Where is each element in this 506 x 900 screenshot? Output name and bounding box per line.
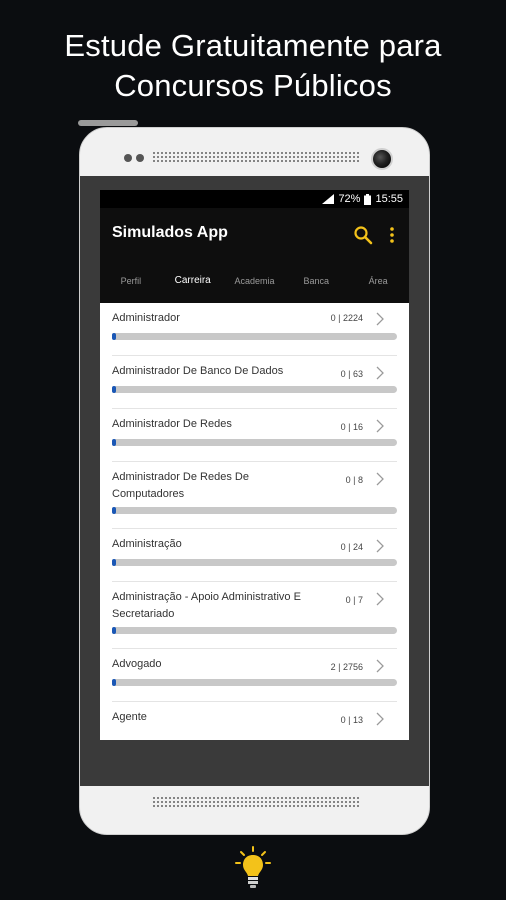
status-bar: 72% 15:55 — [100, 190, 409, 208]
list-item-count: 0 | 13 — [340, 715, 363, 725]
list-item[interactable]: Administrador De Redes De Computadores 0… — [112, 462, 397, 529]
list-item-name: Advogado — [112, 658, 162, 670]
list-item[interactable]: Administração 0 | 24 — [112, 529, 397, 582]
progress-fill — [112, 627, 117, 634]
chevron-right-icon[interactable] — [376, 539, 384, 553]
progress-bar — [112, 679, 397, 686]
list-item-name: Administrador De Redes De Computadores — [112, 471, 249, 500]
list-item[interactable]: Administrador 0 | 2224 — [112, 303, 397, 356]
app-screen: 72% 15:55 Simulados App Perfil Carreira … — [100, 190, 409, 740]
app-title: Simulados App — [112, 224, 228, 241]
chevron-right-icon[interactable] — [376, 419, 384, 433]
headline-line-1: Estude Gratuitamente para — [64, 28, 442, 63]
list-item-count: 0 | 2224 — [330, 313, 363, 323]
chevron-right-icon[interactable] — [376, 712, 384, 726]
list-item[interactable]: Advogado 2 | 2756 — [112, 649, 397, 702]
bottom-speaker — [152, 796, 360, 809]
search-icon[interactable] — [353, 225, 373, 245]
progress-bar — [112, 333, 397, 340]
list-item-count: 0 | 16 — [340, 422, 363, 432]
headline-line-2: Concursos Públicos — [114, 68, 392, 103]
chevron-right-icon[interactable] — [376, 472, 384, 486]
list-item-count: 2 | 2756 — [330, 662, 363, 672]
list-item-name: Administrador De Banco De Dados — [112, 365, 284, 377]
list-item[interactable]: Agente 0 | 13 — [112, 702, 397, 740]
list-item[interactable]: Administrador De Redes 0 | 16 — [112, 409, 397, 462]
progress-bar — [112, 386, 397, 393]
chevron-right-icon[interactable] — [376, 592, 384, 606]
tab-banca[interactable]: Banca — [285, 272, 347, 303]
earpiece-speaker — [152, 151, 360, 164]
list-item-name: Administração — [112, 538, 182, 550]
more-vert-icon[interactable] — [385, 225, 399, 245]
list-item-name: Administração - Apoio Administrativo E S… — [112, 591, 301, 620]
progress-fill — [112, 439, 117, 446]
progress-bar — [112, 627, 397, 634]
signal-icon — [322, 194, 335, 204]
progress-bar — [112, 507, 397, 514]
sensor-dot — [136, 154, 144, 162]
list-item-count: 0 | 7 — [345, 595, 363, 605]
lightbulb-icon — [235, 846, 271, 888]
list-item-name: Administrador De Redes — [112, 418, 232, 430]
progress-bar — [112, 559, 397, 566]
front-camera — [371, 148, 393, 170]
chevron-right-icon[interactable] — [376, 312, 384, 326]
list-item-count: 0 | 63 — [340, 369, 363, 379]
tab-perfil[interactable]: Perfil — [100, 272, 162, 303]
battery-icon — [364, 193, 372, 205]
app-bar: Simulados App Perfil Carreira Academia B… — [100, 208, 409, 303]
list-item-name: Agente — [112, 711, 147, 723]
chevron-right-icon[interactable] — [376, 366, 384, 380]
list-item[interactable]: Administração - Apoio Administrativo E S… — [112, 582, 397, 649]
progress-fill — [112, 559, 117, 566]
list-item-count: 0 | 8 — [345, 475, 363, 485]
progress-bar — [112, 439, 397, 446]
list-item[interactable]: Administrador De Banco De Dados 0 | 63 — [112, 356, 397, 409]
screen-bezel: 72% 15:55 Simulados App Perfil Carreira … — [80, 176, 429, 786]
list-item-name: Administrador — [112, 312, 180, 324]
tab-bar: Perfil Carreira Academia Banca Área — [100, 272, 409, 303]
phone-frame: 72% 15:55 Simulados App Perfil Carreira … — [79, 127, 430, 835]
chevron-right-icon[interactable] — [376, 659, 384, 673]
progress-fill — [112, 679, 117, 686]
battery-percent: 72% — [338, 193, 361, 205]
phone-top-button — [78, 120, 138, 126]
tab-academia[interactable]: Academia — [224, 272, 286, 303]
sensor-dot — [124, 154, 132, 162]
tab-carreira[interactable]: Carreira — [162, 272, 224, 303]
tab-area[interactable]: Área — [347, 272, 409, 303]
career-list: Administrador 0 | 2224 Administrador De … — [100, 303, 409, 740]
headline: Estude Gratuitamente para Concursos Públ… — [0, 26, 506, 106]
status-time: 15:55 — [375, 193, 403, 205]
progress-fill — [112, 386, 117, 393]
list-item-count: 0 | 24 — [340, 542, 363, 552]
progress-fill — [112, 507, 117, 514]
progress-fill — [112, 333, 117, 340]
